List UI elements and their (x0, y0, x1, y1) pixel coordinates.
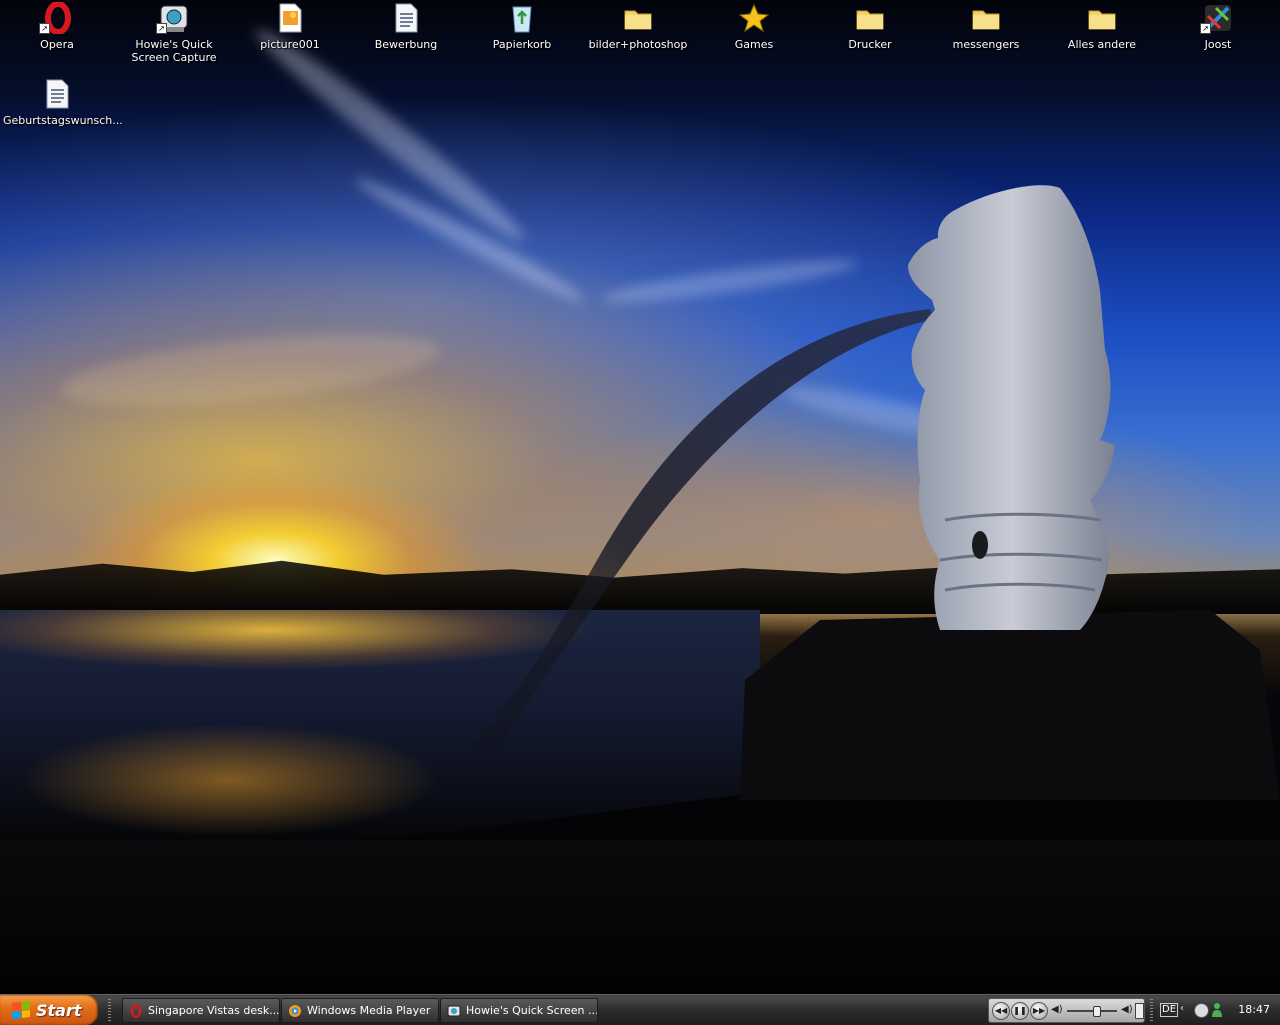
desktop-icon-label: Papierkorb (492, 38, 552, 51)
media-player-deskband: ◀◀ ❚❚ ▶▶ ◀) ◀) (988, 998, 1145, 1023)
joost-icon: ↗ (1200, 2, 1234, 34)
desktop-icon-label: Alles andere (1067, 38, 1137, 51)
task-button-media-player[interactable]: Windows Media Player (281, 998, 439, 1023)
opera-icon (130, 1003, 142, 1018)
shortcut-arrow-icon: ↗ (156, 23, 167, 34)
wallpaper-cloud (57, 320, 443, 420)
speaker-icon[interactable]: ◀) (1121, 1004, 1133, 1015)
image-file-icon (274, 2, 306, 34)
shortcut-arrow-icon: ↗ (39, 23, 50, 34)
volume-slider[interactable] (1067, 1010, 1117, 1012)
desktop-icon-label: Games (734, 38, 774, 51)
camera-app-icon: ↗ (156, 2, 190, 34)
steam-icon[interactable] (1194, 1003, 1209, 1018)
desktop-icon-label: Drucker (848, 38, 892, 51)
tray-divider (1150, 999, 1153, 1021)
desktop-icon-label: Howie's Quick Screen Capture (131, 38, 217, 64)
desktop-icon-papierkorb[interactable]: Papierkorb (466, 2, 578, 51)
desktop-icon-label: messengers (952, 38, 1020, 51)
desktop-icon-label: Geburtstagswunsch... (3, 114, 123, 127)
wallpaper-promenade (0, 840, 1280, 994)
desktop-icon-label: Opera (40, 38, 74, 51)
clock[interactable]: 18:47 (1238, 995, 1270, 1025)
previous-track-icon[interactable]: ◀◀ (992, 1002, 1010, 1020)
taskbar: Start Singapore Vistas desk... Windows M… (0, 994, 1280, 1025)
volume-slider-thumb[interactable] (1093, 1006, 1101, 1017)
task-label: Singapore Vistas desk... (148, 1004, 280, 1017)
camera-app-icon (447, 1005, 461, 1016)
language-indicator[interactable]: DE (1160, 1003, 1179, 1017)
start-button[interactable]: Start (0, 995, 98, 1025)
wallpaper-cloud (246, 18, 534, 252)
desktop-icon-alles-andere[interactable]: Alles andere (1046, 2, 1158, 51)
task-button-opera[interactable]: Singapore Vistas desk... (122, 998, 280, 1023)
folder-icon (970, 2, 1002, 34)
folder-icon (1086, 2, 1118, 34)
desktop-icon-messengers[interactable]: messengers (930, 2, 1042, 51)
pause-icon[interactable]: ❚❚ (1011, 1002, 1029, 1020)
restore-player-icon[interactable] (1135, 1003, 1144, 1019)
desktop-icon-drucker[interactable]: Drucker (814, 2, 926, 51)
desktop-icon-bewerbung[interactable]: Bewerbung (350, 2, 462, 51)
task-label: Windows Media Player (307, 1004, 431, 1017)
folder-icon (854, 2, 886, 34)
desktop-icon-label: Bewerbung (374, 38, 438, 51)
desktop-icon-label: bilder+photoshop (588, 38, 688, 51)
desktop-icon-bilder-photoshop[interactable]: bilder+photoshop (582, 2, 694, 51)
wallpaper-merlion-statue (740, 185, 1280, 800)
tray-expand-icon[interactable]: ‹ (1180, 1003, 1184, 1014)
desktop-icon-geburtstagswunsch[interactable]: Geburtstagswunsch... (1, 78, 123, 127)
next-track-icon[interactable]: ▶▶ (1030, 1002, 1048, 1020)
desktop-icon-quick-screen-capture[interactable]: ↗ Howie's Quick Screen Capture (118, 2, 230, 64)
task-label: Howie's Quick Screen ... (466, 1004, 598, 1017)
document-icon (41, 78, 73, 110)
quicklaunch-grip[interactable] (108, 999, 111, 1021)
opera-icon: ↗ (39, 1, 73, 35)
desktop-icon-picture001[interactable]: picture001 (234, 2, 346, 51)
system-tray: ◀◀ ❚❚ ▶▶ ◀) ◀) DE ‹ 18:47 (980, 995, 1280, 1025)
messenger-buddy-icon[interactable] (1212, 1002, 1222, 1017)
windows-logo-icon (12, 1001, 30, 1019)
desktop[interactable]: ↗ Opera ↗ Howie's Quick Screen Capture p… (0, 0, 1280, 994)
task-button-quick-screen-capture[interactable]: Howie's Quick Screen ... (440, 998, 598, 1023)
start-label: Start (36, 1000, 82, 1020)
media-player-icon (289, 1004, 301, 1017)
folder-icon (622, 2, 654, 34)
desktop-icon-label: picture001 (260, 38, 320, 51)
star-icon (738, 2, 770, 34)
volume-icon[interactable]: ◀) (1051, 1004, 1063, 1015)
desktop-icon-games[interactable]: Games (698, 2, 810, 51)
desktop-icon-opera[interactable]: ↗ Opera (1, 1, 113, 51)
recycle-bin-icon (506, 2, 538, 34)
shortcut-arrow-icon: ↗ (1200, 23, 1211, 34)
desktop-icon-joost[interactable]: ↗ Joost (1162, 2, 1274, 51)
desktop-icon-label: Joost (1204, 38, 1232, 51)
document-icon (390, 2, 422, 34)
